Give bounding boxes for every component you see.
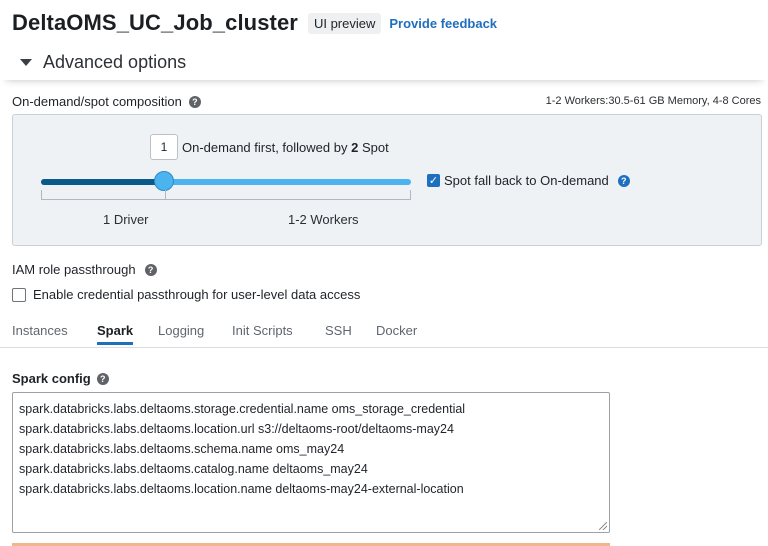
question-circle-icon[interactable]: ? (617, 174, 630, 187)
config-tabs: Instances Spark Logging Init Scripts SSH… (0, 320, 768, 348)
tab-init-scripts[interactable]: Init Scripts (232, 323, 293, 345)
tab-instances[interactable]: Instances (12, 323, 68, 345)
spot-count: 2 (351, 140, 359, 155)
title-row: DeltaOMS_UC_Job_cluster UI preview Provi… (12, 10, 497, 36)
worker-summary: 1-2 Workers:30.5-61 GB Memory, 4-8 Cores (545, 95, 761, 107)
workers-label: 1-2 Workers (288, 212, 359, 227)
caret-down-icon[interactable] (20, 58, 32, 66)
checkmark-icon: ✓ (428, 175, 439, 187)
driver-label: 1 Driver (103, 212, 149, 227)
credential-passthrough-label: Enable credential passthrough for user-l… (33, 287, 361, 302)
spark-config-label: Spark config (12, 371, 91, 386)
iam-label: IAM role passthrough (12, 262, 136, 277)
tab-spark[interactable]: Spark (97, 323, 134, 345)
composition-label-row: On-demand/spot composition ? (12, 94, 201, 109)
question-circle-icon[interactable]: ? (144, 263, 157, 276)
credential-passthrough-checkbox[interactable] (12, 287, 26, 302)
composition-panel: 1 On-demand first, followed by 2 Spot 1 … (12, 114, 762, 246)
advanced-options-title: Advanced options (43, 51, 187, 72)
spark-config-line: spark.databricks.labs.deltaoms.schema.na… (19, 442, 345, 456)
resize-grip-icon[interactable] (599, 522, 607, 530)
spark-config-line: spark.databricks.labs.deltaoms.catalog.n… (19, 462, 368, 476)
provide-feedback-link[interactable]: Provide feedback (389, 16, 497, 31)
ondemand-count-box: 1 (150, 134, 178, 160)
spark-config-line: spark.databricks.labs.deltaoms.location.… (19, 422, 454, 436)
tab-ssh[interactable]: SSH (325, 323, 352, 345)
ondemand-desc-prefix: On-demand first, followed by (182, 140, 348, 155)
spot-fallback-checkbox[interactable]: ✓ (427, 174, 440, 187)
spot-fallback-label: Spot fall back to On-demand (444, 173, 609, 188)
ui-preview-badge: UI preview (307, 12, 382, 34)
advanced-options-header[interactable]: Advanced options (0, 44, 768, 80)
spot-fallback-row: ✓ Spot fall back to On-demand ? (427, 173, 630, 188)
ruler-tick-start (41, 190, 42, 200)
spark-config-line: spark.databricks.labs.deltaoms.location.… (19, 482, 464, 496)
question-circle-icon[interactable]: ? (96, 372, 109, 385)
ruler-tick-end (410, 190, 411, 200)
composition-slider-fill (41, 179, 165, 185)
spark-config-label-row: Spark config ? (12, 371, 109, 386)
iam-label-row: IAM role passthrough ? (12, 262, 157, 277)
ondemand-desc-suffix: Spot (361, 140, 389, 155)
page-title: DeltaOMS_UC_Job_cluster (12, 10, 298, 35)
tab-logging[interactable]: Logging (158, 323, 204, 345)
ondemand-description: On-demand first, followed by 2 Spot (182, 140, 389, 155)
cluster-config-page: DeltaOMS_UC_Job_cluster UI preview Provi… (0, 0, 768, 546)
spark-config-line: spark.databricks.labs.deltaoms.storage.c… (19, 402, 466, 416)
spark-config-textarea[interactable]: spark.databricks.labs.deltaoms.storage.c… (12, 392, 610, 533)
composition-slider-track[interactable] (41, 179, 411, 185)
composition-slider-handle[interactable] (154, 171, 175, 191)
tab-docker[interactable]: Docker (376, 323, 417, 345)
question-circle-icon[interactable]: ? (188, 95, 201, 108)
ruler-line (41, 199, 411, 200)
composition-label: On-demand/spot composition (12, 94, 182, 109)
passthrough-row: Enable credential passthrough for user-l… (12, 287, 360, 302)
ruler-tick-divider (165, 190, 166, 200)
